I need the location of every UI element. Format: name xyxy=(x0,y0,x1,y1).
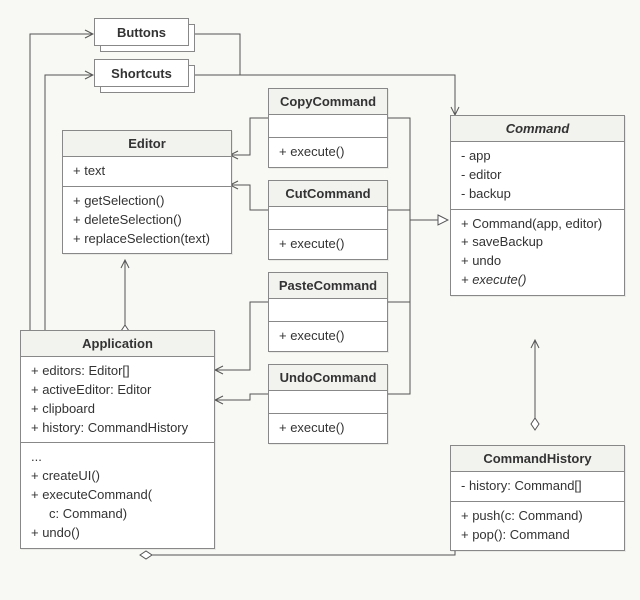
shortcuts-box: Shortcuts xyxy=(94,59,189,87)
command-class: Command - app - editor - backup + Comman… xyxy=(450,115,625,296)
cut-methods: + execute() xyxy=(269,230,387,259)
shortcuts-label: Shortcuts xyxy=(111,66,172,81)
application-methods: ... + createUI() + executeCommand( c: Co… xyxy=(21,443,214,547)
undo-methods: + execute() xyxy=(269,414,387,443)
command-methods: + Command(app, editor) + saveBackup + un… xyxy=(451,210,624,295)
paste-attrs xyxy=(269,299,387,322)
command-history-class: CommandHistory - history: Command[] + pu… xyxy=(450,445,625,551)
command-attrs: - app - editor - backup xyxy=(451,142,624,210)
cut-attrs xyxy=(269,207,387,230)
application-class: Application + editors: Editor[] + active… xyxy=(20,330,215,549)
history-attrs: - history: Command[] xyxy=(451,472,624,502)
cut-command-class: CutCommand + execute() xyxy=(268,180,388,260)
undo-title: UndoCommand xyxy=(269,365,387,391)
history-methods: + push(c: Command) + pop(): Command xyxy=(451,502,624,550)
editor-title: Editor xyxy=(63,131,231,157)
cut-title: CutCommand xyxy=(269,181,387,207)
undo-command-class: UndoCommand + execute() xyxy=(268,364,388,444)
copy-methods: + execute() xyxy=(269,138,387,167)
history-title: CommandHistory xyxy=(451,446,624,472)
undo-attrs xyxy=(269,391,387,414)
paste-methods: + execute() xyxy=(269,322,387,351)
editor-attrs: + text xyxy=(63,157,231,187)
buttons-label: Buttons xyxy=(117,25,166,40)
editor-class: Editor + text + getSelection() + deleteS… xyxy=(62,130,232,254)
buttons-box: Buttons xyxy=(94,18,189,46)
application-attrs: + editors: Editor[] + activeEditor: Edit… xyxy=(21,357,214,443)
editor-methods: + getSelection() + deleteSelection() + r… xyxy=(63,187,231,254)
application-title: Application xyxy=(21,331,214,357)
copy-title: CopyCommand xyxy=(269,89,387,115)
paste-title: PasteCommand xyxy=(269,273,387,299)
copy-command-class: CopyCommand + execute() xyxy=(268,88,388,168)
command-title: Command xyxy=(451,116,624,142)
paste-command-class: PasteCommand + execute() xyxy=(268,272,388,352)
copy-attrs xyxy=(269,115,387,138)
